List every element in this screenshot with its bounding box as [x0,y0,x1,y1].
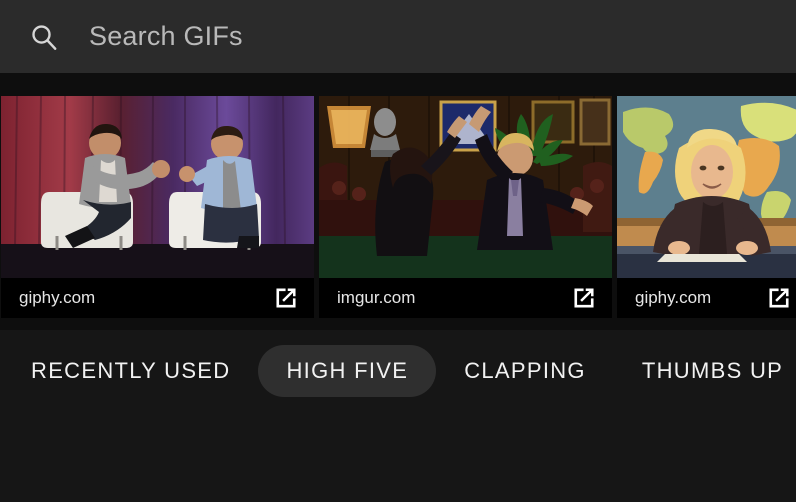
category-chip-recently-used[interactable]: RECENTLY USED [3,345,258,397]
external-link-icon[interactable] [766,285,792,311]
category-chip-high-five[interactable]: HIGH FIVE [258,345,437,397]
gif-thumbnail-high-five-chairs[interactable] [1,96,314,278]
gif-source-label: giphy.com [19,288,96,307]
external-link-icon[interactable] [571,285,597,311]
search-input-placeholder[interactable]: Search GIFs [89,21,243,52]
gif-results-strip[interactable]: giphy.com imgur.com giphy.com [0,73,796,330]
gif-card-footer: giphy.com [1,278,314,318]
category-chip-clapping[interactable]: CLAPPING [436,345,614,397]
gif-source-label: giphy.com [635,288,712,307]
gif-keyboard-panel: Search GIFs giphy.com imgur.com giphy.co… [0,0,796,502]
category-chips-row[interactable]: RECENTLY USED HIGH FIVE CLAPPING THUMBS … [0,330,796,412]
gif-source-label: imgur.com [337,288,416,307]
gif-card-footer: imgur.com [319,278,612,318]
category-chip-thumbs-up[interactable]: THUMBS UP [614,345,796,397]
gif-result-card[interactable]: imgur.com [319,96,612,318]
gif-result-card[interactable]: giphy.com [617,96,796,318]
search-bar[interactable]: Search GIFs [0,0,796,73]
gif-card-footer: giphy.com [617,278,796,318]
gif-result-card[interactable]: giphy.com [1,96,314,318]
search-icon[interactable] [29,22,59,52]
gif-thumbnail-high-five-study[interactable] [319,96,612,278]
gif-thumbnail-news-anchor[interactable] [617,96,796,278]
external-link-icon[interactable] [273,285,299,311]
keyboard-toolbar: ABC GIF :-) [0,412,796,502]
